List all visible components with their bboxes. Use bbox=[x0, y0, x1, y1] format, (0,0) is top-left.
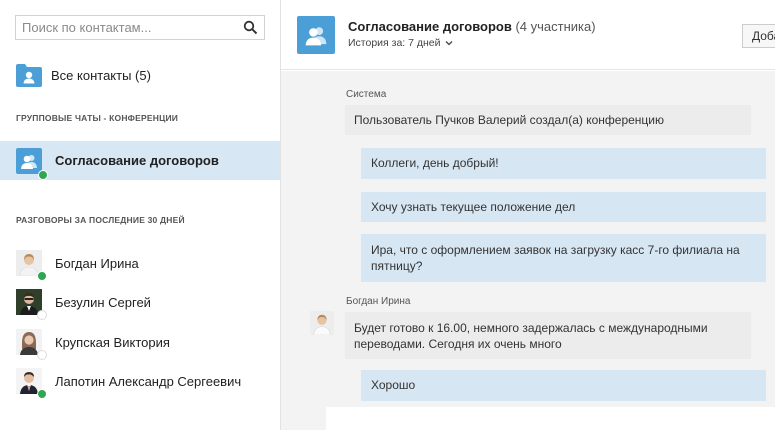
online-status-dot bbox=[37, 389, 47, 399]
chat-panel: Согласование договоров (4 участника) Ист… bbox=[281, 0, 775, 430]
group-chat-avatar bbox=[16, 147, 48, 180]
message-bubble-outgoing: Хочу узнать текущее положение дел bbox=[361, 192, 766, 222]
folder-user-icon bbox=[16, 64, 42, 87]
contact-name: Безулин Сергей bbox=[55, 294, 151, 310]
offline-status-dot bbox=[37, 350, 47, 360]
sidebar: Все контакты (5) ГРУППОВЫЕ ЧАТЫ - КОНФЕР… bbox=[0, 0, 281, 430]
message-bubble-incoming: Будет готово к 16.00, немного задержалас… bbox=[345, 312, 751, 359]
message-bubble-incoming: Пользователь Пучков Валерий создал(а) ко… bbox=[345, 105, 751, 135]
group-chat-icon bbox=[305, 27, 327, 46]
message-bubble-outgoing: Хорошо bbox=[361, 370, 766, 401]
add-button[interactable]: Доба bbox=[742, 24, 775, 48]
group-chat-icon bbox=[21, 154, 37, 169]
message-feed[interactable]: Система Пользователь Пучков Валерий созд… bbox=[281, 71, 775, 430]
avatar bbox=[16, 368, 47, 399]
chat-title: Согласование договоров (4 участника) bbox=[348, 19, 596, 34]
avatar bbox=[16, 250, 47, 281]
contact-item[interactable]: Лапотин Александр Сергеевич bbox=[16, 366, 271, 399]
avatar bbox=[16, 289, 47, 320]
search-icon[interactable] bbox=[243, 20, 258, 35]
chat-item-label: Согласование договоров bbox=[55, 153, 219, 168]
section-title-recent: РАЗГОВОРЫ ЗА ПОСЛЕДНИЕ 30 ДНЕЙ bbox=[16, 215, 185, 225]
search-box[interactable] bbox=[15, 15, 265, 40]
online-status-dot bbox=[38, 169, 48, 180]
contact-name: Крупская Виктория bbox=[55, 334, 170, 350]
offline-status-dot bbox=[37, 310, 47, 320]
history-label: История за: 7 дней bbox=[348, 37, 441, 49]
contact-name: Лапотин Александр Сергеевич bbox=[55, 373, 242, 389]
history-dropdown[interactable]: История за: 7 дней bbox=[348, 37, 453, 49]
contact-name: Богдан Ирина bbox=[55, 255, 139, 271]
chat-item-active[interactable]: Согласование договоров bbox=[0, 141, 280, 180]
message-input-area[interactable] bbox=[326, 407, 775, 430]
all-contacts-item[interactable]: Все контакты (5) bbox=[15, 61, 265, 89]
search-input[interactable] bbox=[16, 16, 238, 39]
message-sender: Богдан Ирина bbox=[346, 296, 411, 307]
avatar bbox=[16, 329, 47, 360]
all-contacts-label: Все контакты (5) bbox=[51, 67, 151, 83]
message-sender: Система bbox=[346, 89, 387, 100]
group-chat-avatar bbox=[297, 16, 335, 54]
chevron-down-icon bbox=[445, 41, 452, 46]
contact-item[interactable]: Богдан Ирина bbox=[16, 248, 271, 281]
section-title-group-chats: ГРУППОВЫЕ ЧАТЫ - КОНФЕРЕНЦИИ bbox=[16, 113, 179, 123]
chat-header: Согласование договоров (4 участника) Ист… bbox=[281, 0, 775, 70]
contact-item[interactable]: Крупская Виктория bbox=[16, 327, 271, 360]
message-bubble-outgoing: Ира, что с оформлением заявок на загрузк… bbox=[361, 234, 766, 282]
chat-name: Согласование договоров bbox=[348, 19, 512, 34]
participants-count: (4 участника) bbox=[515, 19, 596, 34]
avatar bbox=[310, 311, 334, 335]
online-status-dot bbox=[37, 271, 47, 281]
contact-item[interactable]: Безулин Сергей bbox=[16, 287, 271, 320]
message-bubble-outgoing: Коллеги, день добрый! bbox=[361, 148, 766, 179]
